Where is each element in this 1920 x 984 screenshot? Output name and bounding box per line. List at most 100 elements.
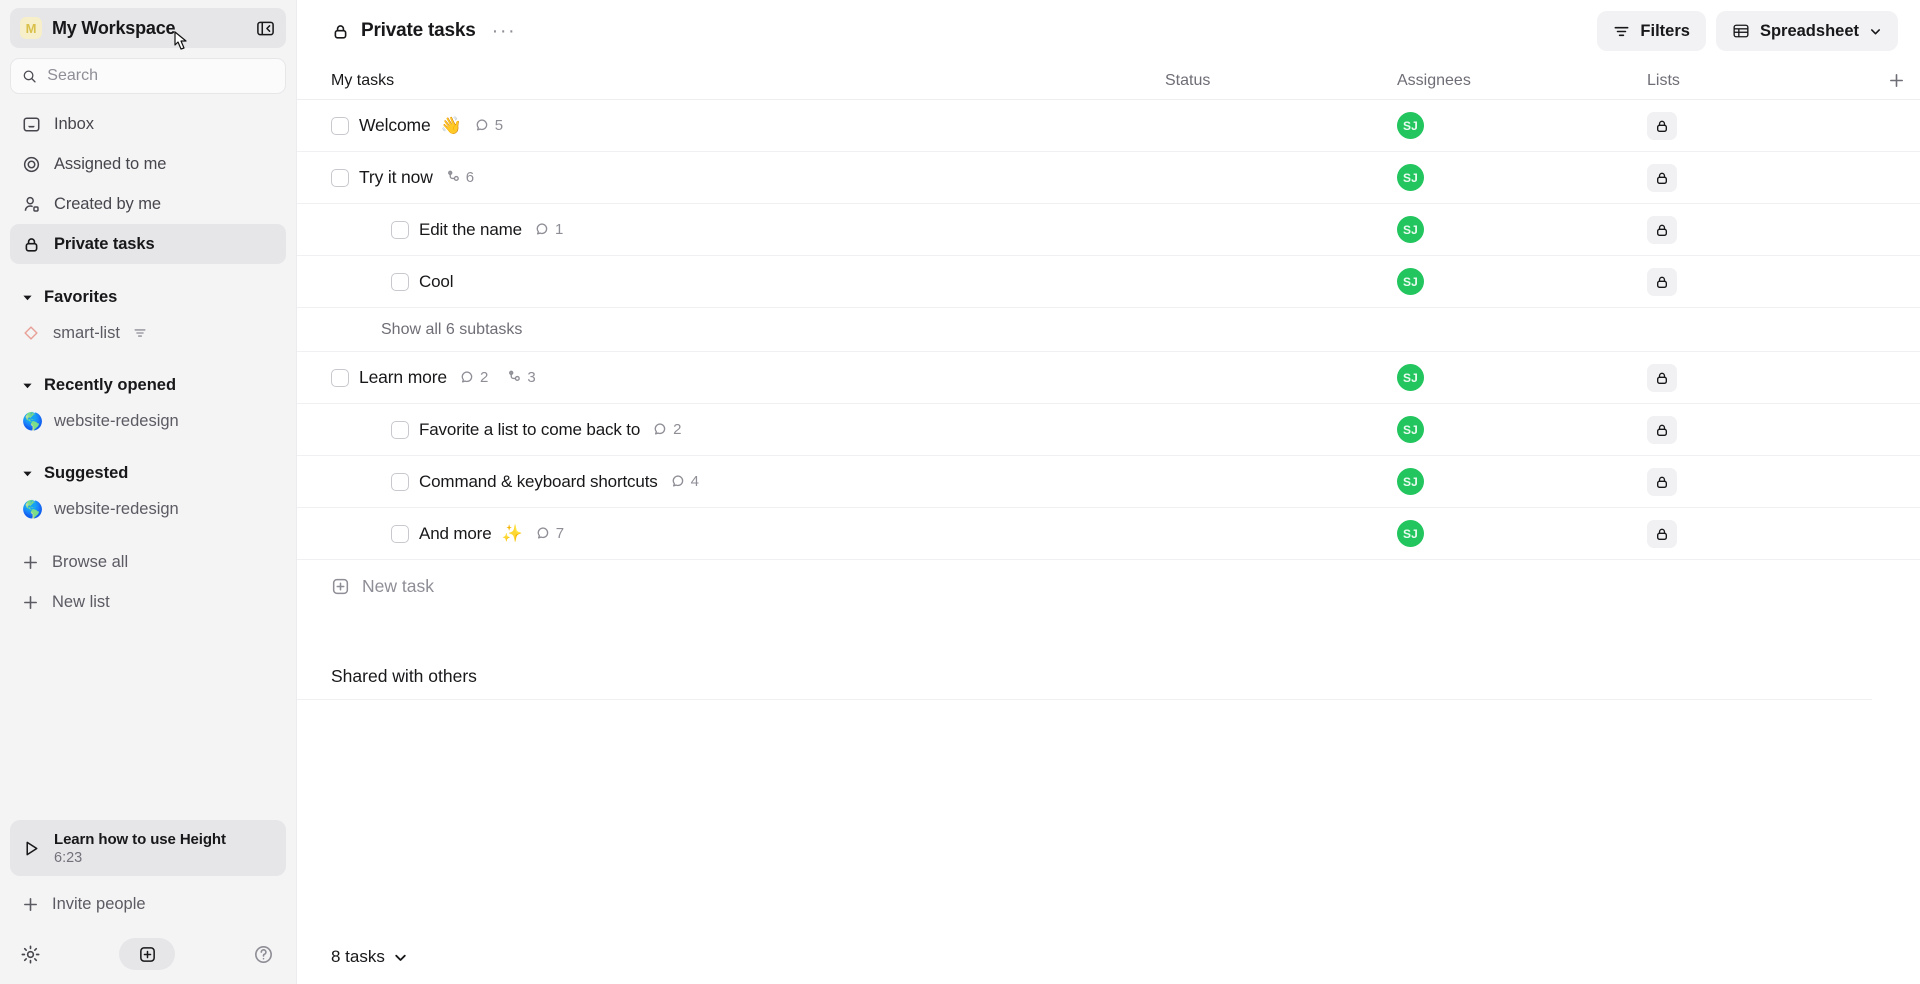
row-lists[interactable] [1647,416,1872,444]
column-lists[interactable]: Lists [1647,72,1872,90]
lock-icon [1654,274,1670,290]
learn-card-title: Learn how to use Height [54,831,226,848]
avatar[interactable]: SJ [1397,216,1424,243]
panel-collapse-button[interactable] [250,13,280,43]
shared-with-others-section[interactable]: Shared with others [297,654,1872,700]
view-label: Spreadsheet [1760,22,1859,41]
row-assignees[interactable]: SJ [1397,416,1647,443]
row-assignees[interactable]: SJ [1397,216,1647,243]
row-lists[interactable] [1647,520,1872,548]
avatar[interactable]: SJ [1397,468,1424,495]
task-checkbox[interactable] [391,273,409,291]
new-task-button[interactable]: New task [297,560,1920,612]
sidebar-item-smart-list[interactable]: smart-list [10,314,286,352]
question-circle-icon[interactable] [253,944,274,965]
list-lock-chip[interactable] [1647,112,1677,140]
sidebar-item-private-tasks[interactable]: Private tasks [10,224,286,264]
sidebar-item-website-redesign-suggested[interactable]: 🌎 website-redesign [10,490,286,528]
subtask-icon [507,370,522,385]
count-value: 3 [527,369,535,386]
table-row[interactable]: Command & keyboard shortcuts 4 SJ [297,456,1920,508]
table-row[interactable]: Favorite a list to come back to 2 SJ [297,404,1920,456]
lock-icon [1654,422,1670,438]
row-lists[interactable] [1647,164,1872,192]
sidebar-item-assigned-to-me[interactable]: Assigned to me [10,144,286,184]
more-options-button[interactable]: ··· [488,21,520,41]
add-column-button[interactable] [1872,72,1920,89]
comment-count: 5 [475,117,503,134]
task-checkbox[interactable] [391,421,409,439]
workspace-switcher[interactable]: M My Workspace [10,8,286,48]
avatar[interactable]: SJ [1397,416,1424,443]
new-item-button[interactable] [119,938,175,970]
task-checkbox[interactable] [391,525,409,543]
list-lock-chip[interactable] [1647,468,1677,496]
table-row[interactable]: Welcome 👋 5 SJ [297,100,1920,152]
view-selector-button[interactable]: Spreadsheet [1716,11,1898,51]
group-title: Suggested [44,464,128,483]
row-lists[interactable] [1647,216,1872,244]
topbar-actions: Filters Spreadsheet [1597,11,1898,51]
list-lock-chip[interactable] [1647,268,1677,296]
gear-icon[interactable] [20,944,41,965]
task-checkbox[interactable] [331,117,349,135]
row-main: Edit the name 1 [331,220,1165,240]
column-assignees[interactable]: Assignees [1397,72,1647,90]
table-row[interactable]: And more ✨ 7 SJ [297,508,1920,560]
list-lock-chip[interactable] [1647,364,1677,392]
list-lock-chip[interactable] [1647,416,1677,444]
row-assignees[interactable]: SJ [1397,468,1647,495]
avatar[interactable]: SJ [1397,364,1424,391]
avatar[interactable]: SJ [1397,112,1424,139]
row-assignees[interactable]: SJ [1397,112,1647,139]
list-lock-chip[interactable] [1647,216,1677,244]
lock-icon [1654,170,1670,186]
new-list-button[interactable]: New list [10,582,286,622]
row-assignees[interactable]: SJ [1397,520,1647,547]
row-lists[interactable] [1647,268,1872,296]
search-input[interactable] [47,67,274,85]
table-row[interactable]: Cool SJ [297,256,1920,308]
group-header-recently-opened[interactable]: Recently opened [10,368,286,402]
search-box[interactable] [10,58,286,94]
task-checkbox[interactable] [331,369,349,387]
action-label: New list [52,593,110,612]
row-lists[interactable] [1647,468,1872,496]
avatar[interactable]: SJ [1397,268,1424,295]
table-row[interactable]: Learn more 2 3 SJ [297,352,1920,404]
list-lock-chip[interactable] [1647,164,1677,192]
sidebar-item-label: Created by me [54,196,161,213]
comment-icon [460,370,475,385]
row-assignees[interactable]: SJ [1397,268,1647,295]
list-lock-chip[interactable] [1647,520,1677,548]
learn-how-to-use-card[interactable]: Learn how to use Height 6:23 [10,820,286,876]
invite-people-button[interactable]: Invite people [10,884,286,924]
group-header-suggested[interactable]: Suggested [10,456,286,490]
task-title: And more [419,524,492,544]
plus-icon [22,896,39,913]
count-value: 2 [673,421,681,438]
sidebar-item-website-redesign-recent[interactable]: 🌎 website-redesign [10,402,286,440]
comment-icon [653,422,668,437]
avatar[interactable]: SJ [1397,520,1424,547]
filters-button[interactable]: Filters [1597,11,1706,51]
sidebar-item-created-by-me[interactable]: Created by me [10,184,286,224]
chevron-down-icon[interactable] [393,950,408,965]
row-assignees[interactable]: SJ [1397,364,1647,391]
table-row[interactable]: Try it now 6 SJ [297,152,1920,204]
avatar[interactable]: SJ [1397,164,1424,191]
row-lists[interactable] [1647,112,1872,140]
column-status[interactable]: Status [1165,72,1397,90]
row-assignees[interactable]: SJ [1397,164,1647,191]
table-row[interactable]: Edit the name 1 SJ [297,204,1920,256]
task-checkbox[interactable] [391,221,409,239]
task-checkbox[interactable] [331,169,349,187]
task-checkbox[interactable] [391,473,409,491]
sidebar-item-inbox[interactable]: Inbox [10,104,286,144]
row-lists[interactable] [1647,364,1872,392]
show-all-subtasks-link[interactable]: Show all 6 subtasks [297,308,1920,352]
browse-all-button[interactable]: Browse all [10,542,286,582]
breadcrumb[interactable]: Private tasks [331,20,476,42]
comment-count: 4 [671,473,699,490]
group-header-favorites[interactable]: Favorites [10,280,286,314]
